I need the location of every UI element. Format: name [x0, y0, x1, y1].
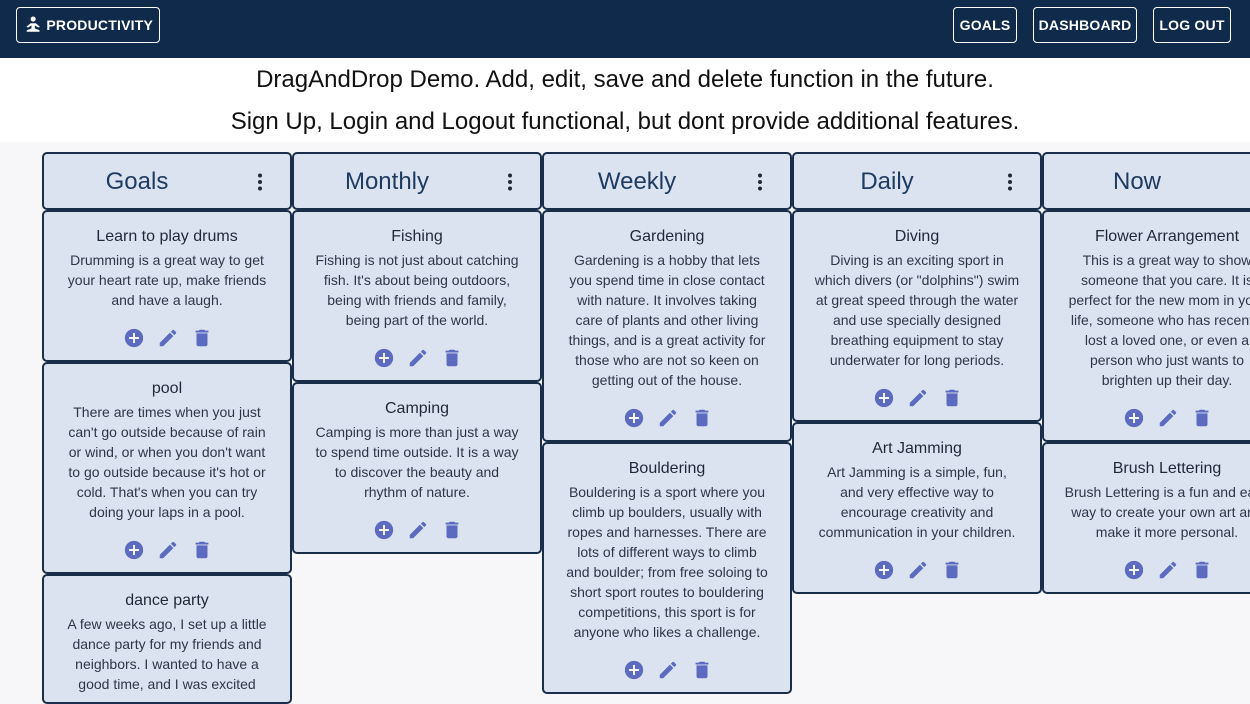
edit-pencil-icon[interactable]: [657, 407, 679, 429]
task-card[interactable]: Camping Camping is more than just a way …: [292, 382, 542, 554]
card-title: Camping: [384, 400, 450, 417]
card-description: A few weeks ago, I set up a little dance…: [67, 616, 267, 692]
card-title: Diving: [894, 228, 940, 245]
card-actions: [623, 407, 713, 429]
edit-pencil-icon[interactable]: [907, 559, 929, 581]
card-title: pool: [151, 380, 183, 397]
add-circle-icon[interactable]: [873, 387, 895, 409]
delete-trash-icon[interactable]: [1191, 559, 1213, 581]
brand-label: PRODUCTIVITY: [46, 17, 153, 33]
edit-pencil-icon[interactable]: [1157, 559, 1179, 581]
more-vert-icon[interactable]: [750, 170, 770, 194]
more-vert-icon[interactable]: [1000, 170, 1020, 194]
card-actions: [873, 387, 963, 409]
edit-pencil-icon[interactable]: [157, 327, 179, 349]
card-actions: [123, 539, 213, 561]
more-vert-icon[interactable]: [250, 170, 270, 194]
column-header: Goals: [42, 152, 292, 210]
delete-trash-icon[interactable]: [691, 659, 713, 681]
column-header: Monthly: [292, 152, 542, 210]
edit-pencil-icon[interactable]: [907, 387, 929, 409]
column-title: Now: [1112, 168, 1161, 195]
column-header: Now: [1042, 152, 1250, 210]
delete-trash-icon[interactable]: [1191, 407, 1213, 429]
add-circle-icon[interactable]: [123, 539, 145, 561]
edit-pencil-icon[interactable]: [407, 519, 429, 541]
card-description: Bouldering is a sport where you climb up…: [566, 484, 768, 640]
column-title: Daily: [860, 168, 914, 195]
card-title: dance party: [125, 592, 209, 609]
card-title: Brush Lettering: [1112, 460, 1222, 477]
card-actions: [1123, 559, 1213, 581]
more-vert-icon[interactable]: [500, 170, 520, 194]
card-description: There are times when you just can't go o…: [68, 404, 266, 520]
card-title: Learn to play drums: [96, 228, 238, 245]
task-card[interactable]: Fishing Fishing is not just about catchi…: [292, 210, 542, 382]
brand-button[interactable]: PRODUCTIVITY: [16, 7, 160, 43]
task-card[interactable]: Gardening Gardening is a hobby that lets…: [542, 210, 792, 442]
delete-trash-icon[interactable]: [941, 559, 963, 581]
card-description: Brush Lettering is a fun and easy way to…: [1064, 484, 1250, 540]
add-circle-icon[interactable]: [623, 659, 645, 681]
card-actions: [1123, 407, 1213, 429]
card-description: This is a great way to show someone that…: [1068, 252, 1250, 388]
add-circle-icon[interactable]: [373, 347, 395, 369]
delete-trash-icon[interactable]: [941, 387, 963, 409]
delete-trash-icon[interactable]: [441, 519, 463, 541]
delete-trash-icon[interactable]: [191, 539, 213, 561]
add-circle-icon[interactable]: [1123, 407, 1145, 429]
add-circle-icon[interactable]: [623, 407, 645, 429]
card-description: Gardening is a hobby that lets you spend…: [568, 252, 766, 388]
edit-pencil-icon[interactable]: [657, 659, 679, 681]
card-actions: [123, 327, 213, 349]
task-card[interactable]: Learn to play drums Drumming is a great …: [42, 210, 292, 362]
column-header: Weekly: [542, 152, 792, 210]
top-navbar: PRODUCTIVITY GOALS DASHBOARD LOG OUT: [0, 0, 1250, 58]
edit-pencil-icon[interactable]: [407, 347, 429, 369]
delete-trash-icon[interactable]: [691, 407, 713, 429]
card-title: Fishing: [391, 228, 443, 245]
add-circle-icon[interactable]: [1123, 559, 1145, 581]
column-now: Now Flower Arrangement This is a great w…: [1042, 152, 1250, 692]
card-description: Drumming is a great way to get your hear…: [67, 252, 267, 308]
card-title: Gardening: [629, 228, 705, 245]
card-actions: [623, 659, 713, 681]
intro-line-1: DragAndDrop Demo. Add, edit, save and de…: [256, 66, 994, 93]
column-title: Monthly: [344, 168, 430, 195]
card-description: Camping is more than just a way to spend…: [315, 424, 519, 500]
task-card[interactable]: pool There are times when you just can't…: [42, 362, 292, 574]
card-actions: [373, 519, 463, 541]
edit-pencil-icon[interactable]: [1157, 407, 1179, 429]
card-title: Flower Arrangement: [1094, 228, 1240, 245]
edit-pencil-icon[interactable]: [157, 539, 179, 561]
intro-banner: DragAndDrop Demo. Add, edit, save and de…: [0, 58, 1250, 142]
add-circle-icon[interactable]: [373, 519, 395, 541]
card-actions: [373, 347, 463, 369]
add-circle-icon[interactable]: [123, 327, 145, 349]
meditation-icon: [26, 16, 40, 32]
delete-trash-icon[interactable]: [441, 347, 463, 369]
card-description: Fishing is not just about catching fish.…: [315, 252, 519, 328]
column-title: Weekly: [597, 168, 677, 195]
column-title: Goals: [105, 168, 169, 195]
card-actions: [873, 559, 963, 581]
task-card[interactable]: Flower Arrangement This is a great way t…: [1042, 210, 1250, 442]
column-header: Daily: [792, 152, 1042, 210]
task-card[interactable]: dance party A few weeks ago, I set up a …: [42, 574, 292, 704]
task-card[interactable]: Brush Lettering Brush Lettering is a fun…: [1042, 442, 1250, 594]
logout-button[interactable]: LOG OUT: [1153, 7, 1231, 43]
card-description: Art Jamming is a simple, fun, and very e…: [818, 464, 1016, 540]
card-title: Bouldering: [628, 460, 706, 477]
goals-nav-button[interactable]: GOALS: [953, 7, 1017, 43]
card-description: Diving is an exciting sport in which div…: [814, 252, 1020, 368]
task-card[interactable]: Bouldering Bouldering is a sport where y…: [542, 442, 792, 694]
dashboard-nav-button[interactable]: DASHBOARD: [1033, 7, 1137, 43]
delete-trash-icon[interactable]: [191, 327, 213, 349]
intro-line-2: Sign Up, Login and Logout functional, bu…: [230, 108, 1020, 135]
add-circle-icon[interactable]: [873, 559, 895, 581]
card-title: Art Jamming: [872, 440, 962, 457]
task-card[interactable]: Art Jamming Art Jamming is a simple, fun…: [792, 422, 1042, 594]
task-card[interactable]: Diving Diving is an exciting sport in wh…: [792, 210, 1042, 422]
